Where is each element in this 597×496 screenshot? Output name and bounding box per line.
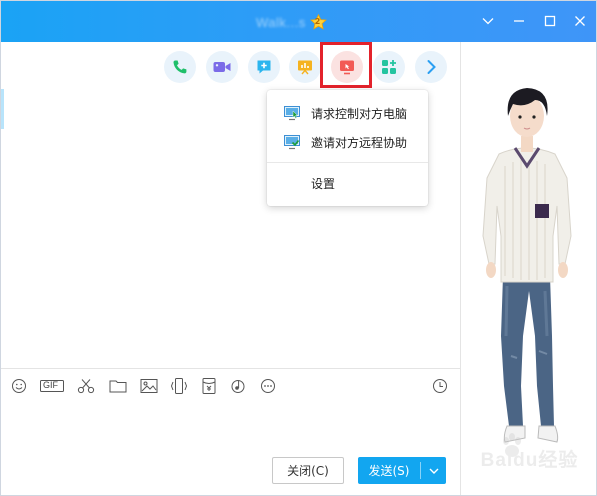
watermark-text: Baidu经验 — [480, 450, 579, 471]
menu-item-label: 邀请对方远程协助 — [311, 136, 408, 150]
menu-item-request-control[interactable]: 请求控制对方电脑 — [267, 100, 428, 126]
chevron-down-icon[interactable] — [479, 12, 497, 30]
menu-item-label: 请求控制对方电脑 — [311, 107, 408, 121]
chevron-right-icon — [427, 60, 436, 74]
send-label: 发送(S) — [368, 464, 410, 478]
message-area-accent — [1, 89, 4, 129]
video-camera-icon — [213, 62, 231, 72]
apps-button[interactable] — [373, 51, 405, 83]
more-dots-icon[interactable] — [259, 377, 277, 395]
apps-grid-icon — [382, 60, 396, 74]
close-button[interactable]: 关闭(C) — [272, 457, 344, 484]
image-icon[interactable] — [140, 377, 158, 395]
window-title: Walk...s — [256, 14, 306, 30]
clock-icon[interactable] — [431, 377, 449, 395]
phone-icon — [173, 60, 187, 74]
menu-item-settings[interactable]: 设置 — [267, 170, 428, 196]
scissors-icon[interactable] — [77, 377, 95, 395]
shake-icon[interactable] — [170, 377, 188, 395]
avatar-figure — [482, 88, 572, 443]
menu-separator — [267, 162, 428, 163]
title-bar[interactable]: Walk...s 2 — [1, 1, 596, 42]
voice-call-button[interactable] — [164, 51, 196, 83]
avatar-show-panel — [461, 42, 596, 495]
close-icon[interactable] — [571, 12, 589, 30]
share-screen-button[interactable] — [248, 51, 280, 83]
red-packet-icon[interactable] — [200, 377, 218, 395]
presentation-button[interactable] — [289, 51, 321, 83]
music-icon[interactable] — [229, 377, 247, 395]
chat-window: Walk...s 2 请求控制对方电脑 邀请对方远程协助 设置 GIF 关闭(C… — [0, 0, 597, 496]
vip-star-badge-icon: 2 — [309, 13, 327, 31]
chevron-down-icon[interactable] — [421, 457, 446, 484]
more-tools-button[interactable] — [415, 51, 447, 83]
send-button[interactable]: 发送(S) — [358, 457, 446, 484]
invite-assist-icon — [284, 134, 300, 150]
baidu-watermark: Baidu经验 — [461, 431, 596, 491]
menu-item-label: 设置 — [311, 177, 336, 191]
minimize-icon[interactable] — [510, 12, 528, 30]
input-divider — [1, 368, 460, 369]
gif-label: GIF — [43, 380, 58, 390]
remote-desktop-highlight-box — [320, 42, 372, 88]
vip-level: 2 — [314, 16, 321, 26]
menu-item-invite-assist[interactable]: 邀请对方远程协助 — [267, 129, 428, 155]
chat-plus-icon — [257, 60, 271, 74]
remote-assist-menu: 请求控制对方电脑 邀请对方远程协助 设置 — [267, 90, 428, 206]
gif-icon[interactable]: GIF — [40, 377, 64, 395]
maximize-icon[interactable] — [541, 12, 559, 30]
request-control-icon — [284, 105, 300, 121]
presentation-chart-icon — [298, 60, 312, 75]
emoji-icon[interactable] — [10, 377, 28, 395]
video-call-button[interactable] — [206, 51, 238, 83]
folder-icon[interactable] — [109, 377, 127, 395]
title-group: Walk...s 2 — [256, 12, 327, 32]
